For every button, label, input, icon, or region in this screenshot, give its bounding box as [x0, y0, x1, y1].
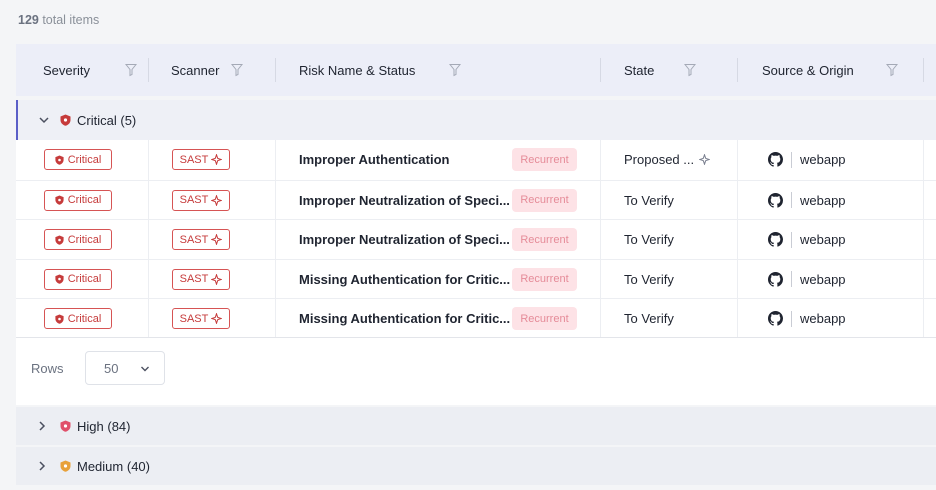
- funnel-icon[interactable]: [231, 63, 243, 77]
- sparkle-icon: [211, 154, 223, 165]
- column-header-state[interactable]: State: [624, 44, 654, 96]
- source-origin[interactable]: webapp: [768, 299, 846, 338]
- status-badge: Recurrent: [512, 307, 577, 331]
- source-origin[interactable]: webapp: [768, 260, 846, 299]
- column-header-label: Severity: [43, 62, 90, 78]
- status-badge: Recurrent: [512, 267, 577, 291]
- table-row[interactable]: Critical SAST Missing Authentication for…: [16, 258, 936, 299]
- state-value: To Verify: [624, 311, 674, 327]
- total-items-count: 129: [18, 13, 39, 27]
- severity-badge: Critical: [44, 189, 112, 211]
- shield-icon: [55, 155, 64, 165]
- sparkle-icon: [211, 194, 223, 206]
- column-header-label: Risk Name & Status: [299, 62, 416, 78]
- severity-badge: Critical: [44, 268, 112, 290]
- risk-name-link[interactable]: Improper Authentication: [299, 140, 514, 179]
- chevron-down-icon: [141, 366, 149, 372]
- column-header-scanner[interactable]: Scanner: [171, 44, 219, 96]
- shield-icon: [55, 195, 64, 205]
- column-header-label: State: [624, 62, 655, 78]
- risk-name-link[interactable]: Improper Neutralization of Speci...: [299, 181, 514, 220]
- shield-icon: [60, 114, 71, 126]
- column-header-label: Source & Origin: [762, 62, 854, 78]
- source-origin[interactable]: webapp: [768, 140, 846, 179]
- risk-name-link[interactable]: Missing Authentication for Critic...: [299, 260, 514, 299]
- status-badge: Recurrent: [512, 148, 577, 171]
- funnel-icon[interactable]: [449, 63, 461, 77]
- column-header-source[interactable]: Source & Origin: [762, 44, 854, 96]
- github-icon: [768, 311, 783, 327]
- risk-name-link[interactable]: Improper Neutralization of Speci...: [299, 220, 514, 259]
- rows-per-page-value: 50: [104, 360, 119, 376]
- github-icon: [768, 232, 783, 247]
- group-header-critical[interactable]: Critical (5): [16, 100, 936, 140]
- table-row[interactable]: Critical SAST Missing Authentication for…: [16, 298, 936, 338]
- sparkle-icon: [211, 234, 223, 246]
- chevron-right-icon[interactable]: [36, 460, 48, 472]
- sparkle-icon: [211, 313, 223, 325]
- state-value: Proposed ...: [624, 140, 711, 179]
- severity-badge: Critical: [44, 149, 112, 170]
- group-header-high[interactable]: High (84): [16, 407, 936, 445]
- scanner-badge: SAST: [172, 149, 230, 170]
- status-badge: Recurrent: [512, 228, 577, 252]
- column-header-label: Scanner: [171, 62, 220, 78]
- chevron-right-icon[interactable]: [36, 420, 48, 432]
- risk-name-link[interactable]: Missing Authentication for Critic...: [299, 299, 514, 338]
- status-badge: Recurrent: [512, 188, 577, 212]
- table-footer: Rows 50: [16, 337, 936, 405]
- scanner-badge: SAST: [172, 189, 230, 211]
- funnel-icon[interactable]: [125, 63, 137, 77]
- group-label-critical: Critical (5): [77, 112, 137, 128]
- table-row[interactable]: Critical SAST Improper Neutralization of…: [16, 219, 936, 259]
- total-items: 129 total items: [18, 13, 99, 27]
- scanner-badge: SAST: [172, 268, 230, 290]
- github-icon: [768, 271, 783, 287]
- shield-icon: [60, 460, 71, 472]
- group-label-high: High (84): [77, 418, 131, 434]
- scanner-badge: SAST: [172, 229, 230, 251]
- github-icon: [768, 192, 783, 208]
- table-row[interactable]: Critical SAST Improper Neutralization of…: [16, 179, 936, 220]
- severity-badge: Critical: [44, 229, 112, 251]
- shield-icon: [55, 235, 64, 245]
- state-value: To Verify: [624, 192, 674, 208]
- table-body: Critical SAST Improper Authentication Re…: [16, 140, 936, 338]
- funnel-icon[interactable]: [684, 63, 696, 77]
- state-value: To Verify: [624, 271, 674, 287]
- column-header-risk[interactable]: Risk Name & Status: [299, 44, 415, 96]
- chevron-down-icon[interactable]: [38, 114, 50, 126]
- shield-icon: [55, 314, 64, 324]
- rows-label: Rows: [31, 361, 64, 376]
- shield-icon: [55, 274, 64, 285]
- severity-badge: Critical: [44, 308, 112, 330]
- table-row[interactable]: Critical SAST Improper Authentication Re…: [16, 140, 936, 180]
- scanner-badge: SAST: [172, 308, 230, 330]
- state-value: To Verify: [624, 232, 674, 248]
- shield-icon: [60, 420, 71, 432]
- source-origin[interactable]: webapp: [768, 181, 846, 220]
- group-label-medium: Medium (40): [77, 458, 150, 474]
- table-header: Severity Scanner Risk Name & Status Stat…: [16, 44, 936, 96]
- rows-per-page-select[interactable]: 50: [85, 351, 165, 385]
- source-origin[interactable]: webapp: [768, 220, 846, 259]
- github-icon: [768, 152, 783, 167]
- funnel-icon[interactable]: [886, 63, 898, 77]
- sparkle-icon: [211, 273, 223, 285]
- group-header-medium[interactable]: Medium (40): [16, 447, 936, 485]
- total-items-suffix: total items: [38, 13, 100, 27]
- column-header-severity[interactable]: Severity: [43, 44, 90, 96]
- sparkle-icon[interactable]: [699, 154, 711, 165]
